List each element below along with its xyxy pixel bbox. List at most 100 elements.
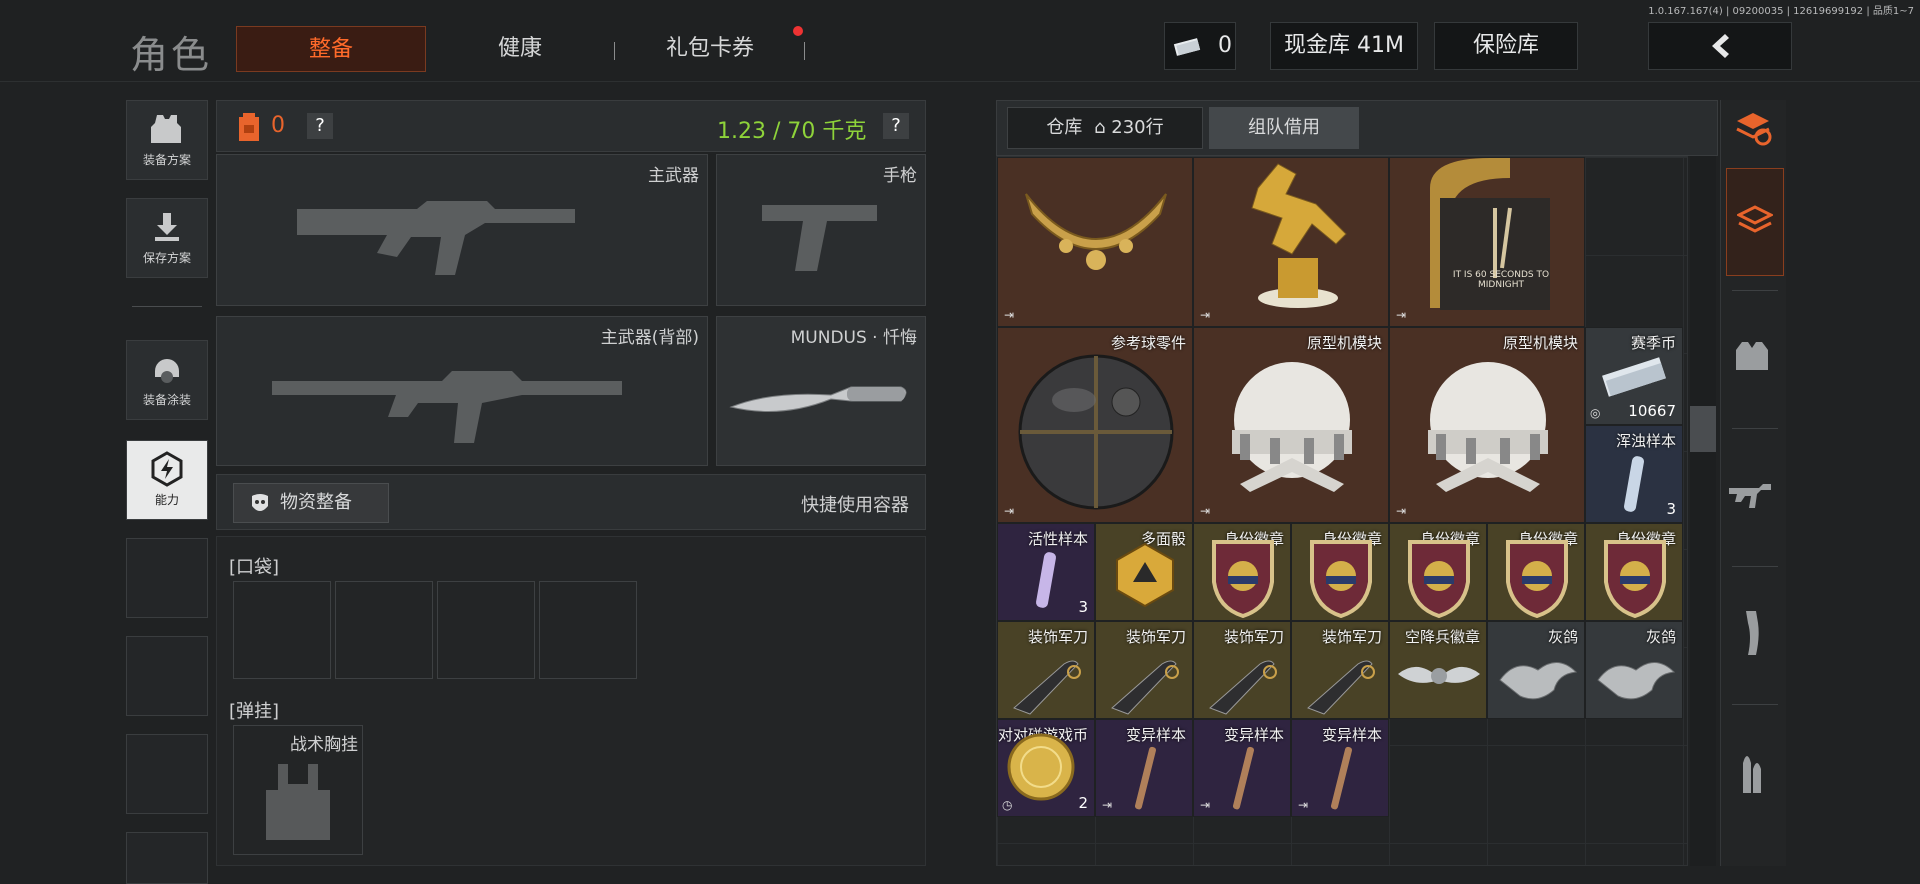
warehouse-tab[interactable]: 仓库 ⌂ 230行 [1007,107,1203,149]
slot-label: MUNDUS · 忏悔 [790,328,917,348]
golden-horse-icon [1251,163,1347,308]
item-cell[interactable]: 装饰军刀 [1193,621,1291,719]
item-cell[interactable]: 装饰军刀 [1095,621,1193,719]
item-mark: ⇥ [1200,504,1211,518]
container-area: [口袋] [弹挂] 战术胸挂 [216,536,926,866]
item-cell[interactable]: 对对碰游戏币 ◷ 2 [997,719,1095,817]
save-plan-button[interactable]: 保存方案 [126,198,208,278]
primary-weapon-slot[interactable]: 主武器 [216,154,708,306]
item-count: 2 [1078,794,1088,812]
item-label: 浑浊样本 [1615,432,1676,450]
item-cell[interactable]: 原型机模块 ⇥ [1193,327,1389,523]
item-cell[interactable]: ⇥ [1193,157,1389,327]
item-cell[interactable]: 身份徽章 [1291,523,1389,621]
scrollbar-thumb[interactable] [1690,406,1716,452]
item-label: 活性样本 [1027,530,1088,548]
item-cell[interactable]: 身份徽章 [1389,523,1487,621]
item-cell[interactable]: 灰鸽 [1585,621,1683,719]
item-cell[interactable]: 变异样本 ⇥ [1291,719,1389,817]
item-cell[interactable]: 多面骰 [1095,523,1193,621]
coin-badge-icon: ◎ [1590,406,1601,420]
cash-display[interactable]: 0 [1164,22,1236,70]
item-cell[interactable]: 装饰军刀 [997,621,1095,719]
helmet-paint-icon [155,359,179,383]
item-cell[interactable]: 变异样本 ⇥ [1095,719,1193,817]
category-magazine-button[interactable] [1722,578,1782,688]
item-cell[interactable]: 活性样本 3 [997,523,1095,621]
bag-help-button[interactable]: ? [307,113,333,139]
game-coin-icon [1007,733,1075,801]
ammo-icon [1743,756,1761,793]
nav-divider [132,306,202,307]
item-cell[interactable]: IT IS 60 SECONDS TO MIDNIGHT ⇥ [1389,157,1585,327]
tab-gift-cards[interactable]: 礼包卡券 [630,26,790,72]
item-cell[interactable]: 浑浊样本 3 [1585,425,1683,523]
rifle-silhouette-icon [297,201,575,275]
warehouse-rows: 230行 [1111,117,1164,138]
supply-label: 物资整备 [280,492,352,513]
item-cell[interactable]: 身份徽章 [1585,523,1683,621]
slot-label: 主武器 [648,166,699,186]
item-cell[interactable]: 装饰军刀 [1291,621,1389,719]
team-borrow-tab[interactable]: 组队借用 [1209,107,1359,149]
cash-icon [1173,38,1201,56]
equipment-paint-button[interactable]: 装备涂装 [126,340,208,420]
version-text: 1.0.167.167(4) | 09200035 | 12619699192 … [1648,6,1914,17]
pocket-slot[interactable] [335,581,433,679]
tab-health[interactable]: 健康 [440,26,600,72]
warehouse-tab-label: 仓库 [1046,117,1083,138]
item-cell[interactable]: 灰鸽 [1487,621,1585,719]
safe-box-button[interactable]: 保险库 [1434,22,1578,70]
weight-help-button[interactable]: ? [883,113,909,139]
ability-icon [151,451,183,487]
item-cell[interactable]: 原型机模块 ⇥ [1389,327,1585,523]
doomsday-clock-icon [1430,158,1550,310]
item-cell[interactable]: 身份徽章 [1193,523,1291,621]
item-cell[interactable]: 变异样本 ⇥ [1193,719,1291,817]
back-arrow-icon [1712,34,1729,58]
prototype-module-icon [1232,362,1352,492]
back-button[interactable] [1648,22,1792,70]
tab-equip[interactable]: 整备 [236,26,426,72]
pocket-slot[interactable] [539,581,637,679]
item-label: 原型机模块 [1306,334,1382,352]
loadout-header: 0 ? 1.23 / 70 千克 ? [216,100,926,152]
grey-dove-icon [1597,662,1676,700]
item-cell[interactable]: 身份徽章 [1487,523,1585,621]
pistol-slot[interactable]: 手枪 [716,154,926,306]
vial-icon [1036,552,1056,608]
tab-divider [614,42,615,60]
nav-label: 装备方案 [142,153,191,167]
item-count: 3 [1666,500,1676,518]
item-cell[interactable]: ⇥ [997,157,1193,327]
stack-refresh-button[interactable] [1728,104,1778,154]
empty-nav-slot [126,538,208,618]
rig-slot[interactable]: 战术胸挂 [233,725,363,855]
item-mark: ⇥ [1396,308,1407,322]
magazine-icon [1746,611,1759,655]
item-cell[interactable]: 参考球零件 ⇥ [997,327,1193,523]
scrollbar-track[interactable] [1690,156,1716,866]
category-armor-button[interactable] [1722,302,1782,412]
item-cell[interactable]: 赛季币 ◎ 10667 [1585,327,1683,425]
item-label: 空降兵徽章 [1404,628,1480,646]
loadout-plan-button[interactable]: 装备方案 [126,100,208,180]
primary-back-slot[interactable]: 主武器(背部) [216,316,708,466]
category-ammo-button[interactable] [1722,716,1782,826]
nav-label: 保存方案 [142,251,191,265]
category-all-button[interactable] [1726,168,1784,276]
pocket-slot[interactable] [437,581,535,679]
pocket-slot[interactable] [233,581,331,679]
melee-slot[interactable]: MUNDUS · 忏悔 [716,316,926,466]
sample-rod-icon [1134,746,1156,810]
transfer-icon: ⇥ [1298,798,1309,812]
cash-vault-button[interactable]: 现金库 41M [1270,22,1418,70]
category-weapon-button[interactable] [1722,440,1782,550]
layers-icon [1737,205,1773,233]
item-cell[interactable]: 空降兵徽章 [1389,621,1487,719]
paratrooper-wings-icon [1398,666,1480,684]
item-label: 装饰军刀 [1223,628,1284,646]
supply-button[interactable]: 物资整备 [233,483,389,523]
ability-button[interactable]: 能力 [126,440,208,520]
rifle-icon [1729,484,1771,508]
